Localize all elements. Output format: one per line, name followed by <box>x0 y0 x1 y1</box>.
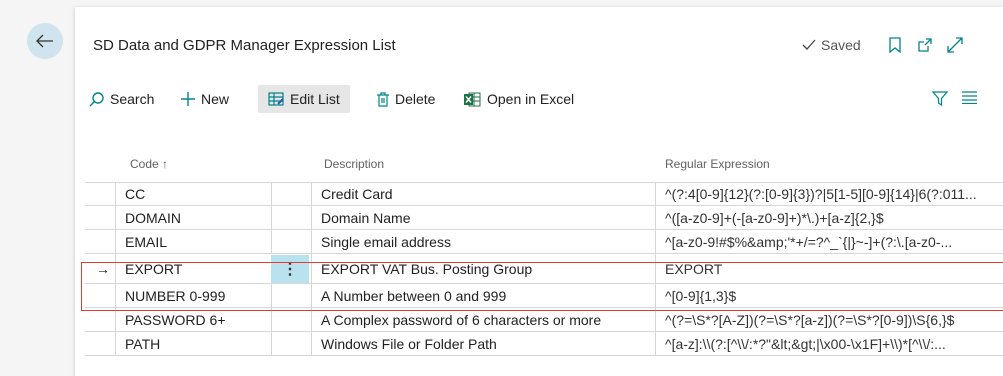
filter-icon[interactable] <box>931 91 949 111</box>
code-cell[interactable]: NUMBER 0-999 <box>125 284 265 307</box>
open-in-excel-label: Open in Excel <box>487 91 575 107</box>
table-row-selected[interactable]: → EXPORT ⋮ EXPORT VAT Bus. Posting Group… <box>85 254 1003 284</box>
description-cell[interactable]: Domain Name <box>321 206 641 229</box>
table-row[interactable]: PATH Windows File or Folder Path ^[a-z]:… <box>85 332 1003 356</box>
description-cell[interactable]: Windows File or Folder Path <box>321 332 641 355</box>
regex-cell[interactable]: ^[0-9]{1,3}$ <box>665 284 1003 307</box>
description-cell[interactable]: A Number between 0 and 999 <box>321 284 641 307</box>
checkmark-icon <box>802 39 816 50</box>
back-arrow-icon <box>36 34 53 48</box>
column-header-code[interactable]: Code ↑ <box>130 157 168 171</box>
plus-icon <box>181 92 195 106</box>
open-new-window-icon[interactable] <box>917 36 933 54</box>
description-cell[interactable]: Single email address <box>321 230 641 253</box>
new-button[interactable]: New <box>181 85 229 113</box>
description-cell[interactable]: EXPORT VAT Bus. Posting Group <box>321 254 641 283</box>
regex-cell[interactable]: ^[a-z]:\\(?:[^\\/:*?"&lt;&gt;|\x00-\x1F]… <box>665 332 1003 355</box>
code-cell[interactable]: CC <box>125 183 265 205</box>
table-row[interactable]: NUMBER 0-999 A Number between 0 and 999 … <box>85 284 1003 308</box>
description-cell[interactable]: A Complex password of 6 characters or mo… <box>321 308 641 331</box>
bookmark-icon[interactable] <box>887 36 903 54</box>
header-actions: Saved <box>802 34 977 56</box>
delete-label: Delete <box>395 91 436 107</box>
edit-list-icon <box>268 92 284 106</box>
edit-list-button[interactable]: Edit List <box>258 85 350 113</box>
regex-cell[interactable]: ^(?:4[0-9]{12}(?:[0-9]{3})?|5[1-5][0-9]{… <box>665 183 1003 205</box>
regex-cell[interactable]: ^([a-z0-9]+(-[a-z0-9]+)*\.)+[a-z]{2,}$ <box>665 206 1003 229</box>
search-button[interactable]: Search <box>89 85 154 113</box>
expression-table: CC Credit Card ^(?:4[0-9]{12}(?:[0-9]{3}… <box>85 182 1003 356</box>
code-cell[interactable]: PATH <box>125 332 265 355</box>
code-cell[interactable]: EXPORT <box>125 254 265 283</box>
page-title: SD Data and GDPR Manager Expression List <box>93 37 396 54</box>
code-cell[interactable]: DOMAIN <box>125 206 265 229</box>
row-actions-menu-icon[interactable]: ⋮ <box>271 255 309 283</box>
regex-cell[interactable]: EXPORT <box>665 254 1003 283</box>
list-view-icon[interactable] <box>962 91 977 109</box>
code-cell[interactable]: PASSWORD 6+ <box>125 308 265 331</box>
open-in-excel-button[interactable]: Open in Excel <box>464 85 574 113</box>
page-card: SD Data and GDPR Manager Expression List… <box>75 7 1003 376</box>
saved-label: Saved <box>821 37 861 53</box>
saved-status: Saved <box>802 37 861 53</box>
expand-icon[interactable] <box>947 36 963 54</box>
column-header-regular-expression[interactable]: Regular Expression <box>665 157 770 171</box>
table-row[interactable]: EMAIL Single email address ^[a-z0-9!#$%&… <box>85 230 1003 254</box>
code-cell[interactable]: EMAIL <box>125 230 265 253</box>
action-bar: Search New Edit List Delete Open in Exce… <box>75 81 1003 117</box>
regex-cell[interactable]: ^(?=\S*?[A-Z])(?=\S*?[a-z])(?=\S*?[0-9])… <box>665 308 1003 331</box>
edit-list-label: Edit List <box>290 91 340 107</box>
back-button[interactable] <box>27 23 63 59</box>
delete-button[interactable]: Delete <box>377 85 435 113</box>
excel-icon <box>464 92 481 106</box>
table-row[interactable]: DOMAIN Domain Name ^([a-z0-9]+(-[a-z0-9]… <box>85 206 1003 230</box>
table-row[interactable]: PASSWORD 6+ A Complex password of 6 char… <box>85 308 1003 332</box>
table-row[interactable]: CC Credit Card ^(?:4[0-9]{12}(?:[0-9]{3}… <box>85 182 1003 206</box>
description-cell[interactable]: Credit Card <box>321 183 641 205</box>
trash-icon <box>377 91 389 107</box>
row-pointer-arrow-icon: → <box>96 260 110 277</box>
regex-cell[interactable]: ^[a-z0-9!#$%&amp;'*+/=?^_`{|}~-]+(?:\.[a… <box>665 230 1003 253</box>
column-header-description[interactable]: Description <box>324 157 384 171</box>
search-icon <box>89 91 104 106</box>
new-label: New <box>201 91 230 107</box>
search-label: Search <box>110 91 155 107</box>
